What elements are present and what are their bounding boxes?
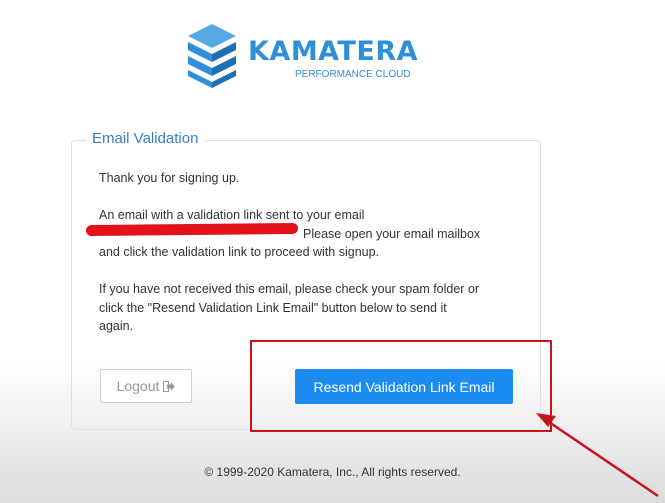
copyright-footer: © 1999-2020 Kamatera, Inc., All rights r… xyxy=(204,465,461,479)
validation-line-1: An email with a validation link sent to … xyxy=(99,208,365,222)
spam-line-1: If you have not received this email, ple… xyxy=(99,282,480,296)
spam-line-3: again. xyxy=(99,319,134,333)
spam-text: If you have not received this email, ple… xyxy=(99,280,529,336)
thanks-text: Thank you for signing up. xyxy=(99,169,529,188)
brand-tagline: PERFORMANCE CLOUD xyxy=(295,69,411,80)
spam-line-2: click the "Resend Validation Link Email"… xyxy=(99,300,447,315)
sign-out-icon xyxy=(163,380,175,392)
validation-line-3: and click the validation link to proceed… xyxy=(99,245,380,259)
redacted-email-mark xyxy=(85,222,299,237)
logout-label: Logout xyxy=(116,378,160,394)
brand-name: KAMATERA xyxy=(248,36,419,67)
kamatera-logo: KAMATERA PERFORMANCE CLOUD xyxy=(186,22,436,92)
annotation-arrow-icon xyxy=(536,413,659,498)
highlight-annotation-box xyxy=(250,340,552,432)
stacked-cube-logo-icon xyxy=(188,24,236,88)
panel-title: Email Validation xyxy=(86,130,205,147)
thanks-line: Thank you for signing up. xyxy=(99,171,240,185)
logout-button[interactable]: Logout xyxy=(100,369,192,403)
